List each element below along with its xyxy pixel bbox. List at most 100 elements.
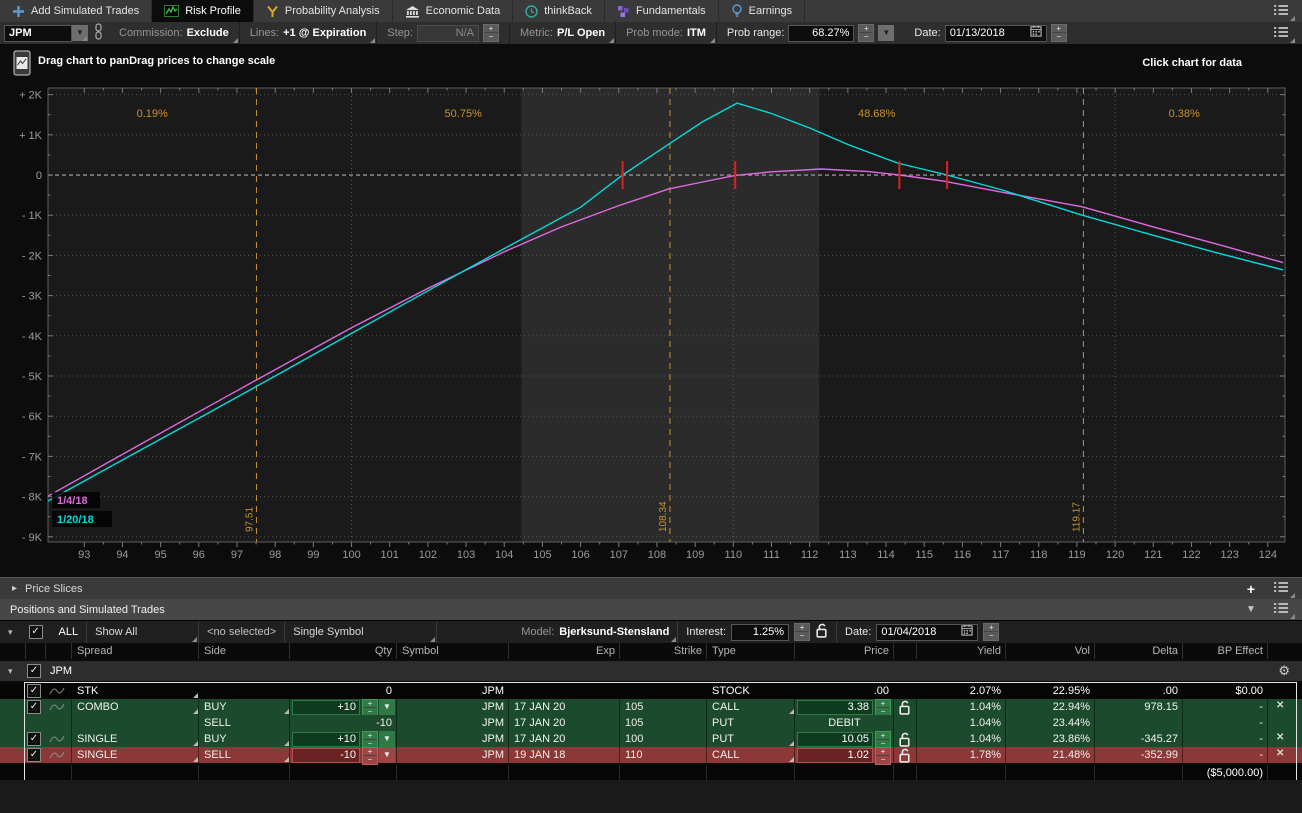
cell-yield: 1.04% — [917, 699, 1006, 715]
row-checkbox[interactable]: ✓ — [27, 684, 41, 698]
qty-field[interactable]: -10 — [292, 748, 360, 763]
cell-spread[interactable]: SINGLE — [72, 747, 199, 763]
symbol-input[interactable]: JPM — [4, 25, 72, 42]
cell-side[interactable]: BUY — [199, 699, 290, 715]
model-dropdown[interactable]: Model: Bjerksund-Stensland — [513, 621, 677, 643]
qty-field[interactable]: +10 — [292, 732, 360, 747]
collapse-button[interactable]: ▼ — [1236, 599, 1266, 620]
tab-earnings[interactable]: Earnings — [719, 0, 805, 22]
lines-dropdown[interactable]: Lines: +1 @ Expiration — [240, 22, 378, 44]
model-value: Bjerksund-Stensland — [559, 626, 669, 638]
metric-dropdown[interactable]: Metric: P/L Open — [510, 22, 616, 44]
qty-dropdown-button[interactable]: ▼ — [379, 747, 395, 763]
group-chevron-icon[interactable]: ▾ — [8, 661, 13, 681]
price-field[interactable]: 10.05 — [797, 732, 873, 747]
remove-trade-button[interactable]: ✕ — [1276, 748, 1284, 759]
cell-yield: 1.04% — [917, 731, 1006, 747]
positions-menu-button[interactable] — [1266, 599, 1296, 620]
tab-risk-profile[interactable]: Risk Profile — [152, 0, 254, 22]
main-menu-button[interactable] — [1266, 1, 1296, 22]
step-stepper[interactable]: +− — [483, 24, 499, 42]
prob-range-dropdown-button[interactable]: ▼ — [878, 25, 894, 41]
select-all-checkbox[interactable]: ✓ — [21, 621, 51, 643]
calendar-icon[interactable] — [1030, 25, 1042, 42]
x-axis-label: 107 — [610, 549, 628, 561]
bulb-icon — [731, 4, 743, 18]
tab-probability-analysis[interactable]: Probability Analysis — [254, 0, 393, 22]
prob-line-label: 97.51 — [244, 507, 255, 532]
toolbar-menu-button[interactable] — [1266, 23, 1296, 44]
tab-economic-data[interactable]: Economic Data — [393, 0, 514, 22]
group-checkbox[interactable]: ✓ — [27, 664, 41, 678]
remove-trade-button[interactable]: ✕ — [1276, 732, 1284, 743]
table-total-row: ($5,000.00) — [0, 765, 1302, 780]
cell-exp[interactable]: 17 JAN 20 — [509, 699, 620, 715]
resize-grip-icon — [284, 709, 289, 714]
positions-date-stepper[interactable]: +− — [983, 623, 999, 641]
date-input[interactable]: 01/13/2018 — [945, 25, 1047, 42]
lock-open-icon[interactable] — [898, 748, 911, 766]
prob-mode-dropdown[interactable]: Prob mode: ITM — [616, 22, 717, 44]
column-header-spread: Spread — [72, 643, 199, 659]
qty-dropdown-button[interactable]: ▼ — [379, 731, 395, 747]
cell-separator — [71, 715, 72, 731]
row-checkbox[interactable]: ✓ — [27, 732, 41, 746]
price-slices-bar[interactable]: ▸ Price Slices + — [0, 577, 1302, 599]
positions-date-value: 01/04/2018 — [881, 625, 936, 640]
link-toggle[interactable] — [88, 22, 109, 44]
qty-dropdown-button[interactable]: ▼ — [379, 699, 395, 715]
price-stepper[interactable]: +− — [875, 747, 891, 765]
tab-thinkback[interactable]: thinkBack — [513, 0, 605, 22]
date-stepper[interactable]: +− — [1051, 24, 1067, 42]
collapse-chevron[interactable]: ▾ — [0, 621, 21, 643]
selected-dropdown[interactable]: <no selected> — [199, 621, 284, 643]
positions-date-input[interactable]: 01/04/2018 — [876, 624, 978, 641]
menu-icon — [1273, 26, 1289, 41]
positions-bar: Positions and Simulated Trades ▼ — [0, 599, 1302, 620]
interest-stepper[interactable]: +− — [794, 623, 810, 641]
column-header-vol: Vol — [1006, 643, 1095, 659]
unlock-icon[interactable] — [815, 623, 828, 641]
date-label: Date: — [914, 27, 940, 39]
show-all-dropdown[interactable]: Show All — [87, 621, 198, 643]
x-axis-label: 116 — [954, 549, 972, 561]
cell-side[interactable]: BUY — [199, 731, 290, 747]
group-settings-gear-icon[interactable]: ⚙ — [1278, 661, 1290, 681]
qty-stepper[interactable]: +− — [362, 747, 378, 765]
tab-add-simulated-trades[interactable]: Add Simulated Trades — [0, 0, 152, 22]
cell-spread[interactable]: SINGLE — [72, 731, 199, 747]
cell-type[interactable]: CALL — [707, 747, 795, 763]
cell-symbol: JPM — [397, 715, 509, 731]
x-axis-label: 100 — [342, 549, 360, 561]
commission-dropdown[interactable]: Commission: Exclude — [109, 22, 240, 44]
cell-spread[interactable]: COMBO — [72, 699, 199, 715]
step-input[interactable]: N/A — [417, 25, 479, 42]
cell-type[interactable]: PUT — [707, 731, 795, 747]
qty-field[interactable]: +10 — [292, 700, 360, 715]
price-slices-menu-button[interactable] — [1266, 578, 1296, 599]
wave-icon — [49, 702, 65, 715]
cell-exp[interactable]: 17 JAN 20 — [509, 731, 620, 747]
symbol-mode-dropdown[interactable]: Single Symbol — [285, 621, 436, 643]
calendar-icon[interactable] — [961, 624, 973, 641]
cell-side[interactable]: SELL — [199, 747, 290, 763]
remove-trade-button[interactable]: ✕ — [1276, 700, 1284, 711]
cell-exp[interactable]: 19 JAN 18 — [509, 747, 620, 763]
add-price-slice-button[interactable]: + — [1236, 578, 1266, 599]
column-separator — [1182, 643, 1183, 659]
row-checkbox[interactable]: ✓ — [27, 700, 41, 714]
prob-range-input[interactable]: 68.27% — [788, 25, 854, 42]
symbol-combobox[interactable]: JPM ▼ — [4, 25, 88, 42]
column-separator — [619, 643, 620, 659]
interest-input[interactable]: 1.25% — [731, 624, 789, 641]
tab-fundamentals[interactable]: Fundamentals — [605, 0, 719, 22]
prob-range-stepper[interactable]: +− — [858, 24, 874, 42]
risk-profile-chart[interactable]: + 2K+ 1K0- 1K- 2K- 3K- 4K- 5K- 6K- 7K- 8… — [0, 44, 1302, 577]
row-checkbox[interactable]: ✓ — [27, 748, 41, 762]
cell-type[interactable]: CALL — [707, 699, 795, 715]
positions-date-label: Date: — [845, 626, 871, 638]
price-field[interactable]: 3.38 — [797, 700, 873, 715]
price-field[interactable]: 1.02 — [797, 748, 873, 763]
plus-icon: + — [1247, 581, 1255, 597]
expand-arrow-icon[interactable]: ▸ — [12, 583, 17, 594]
